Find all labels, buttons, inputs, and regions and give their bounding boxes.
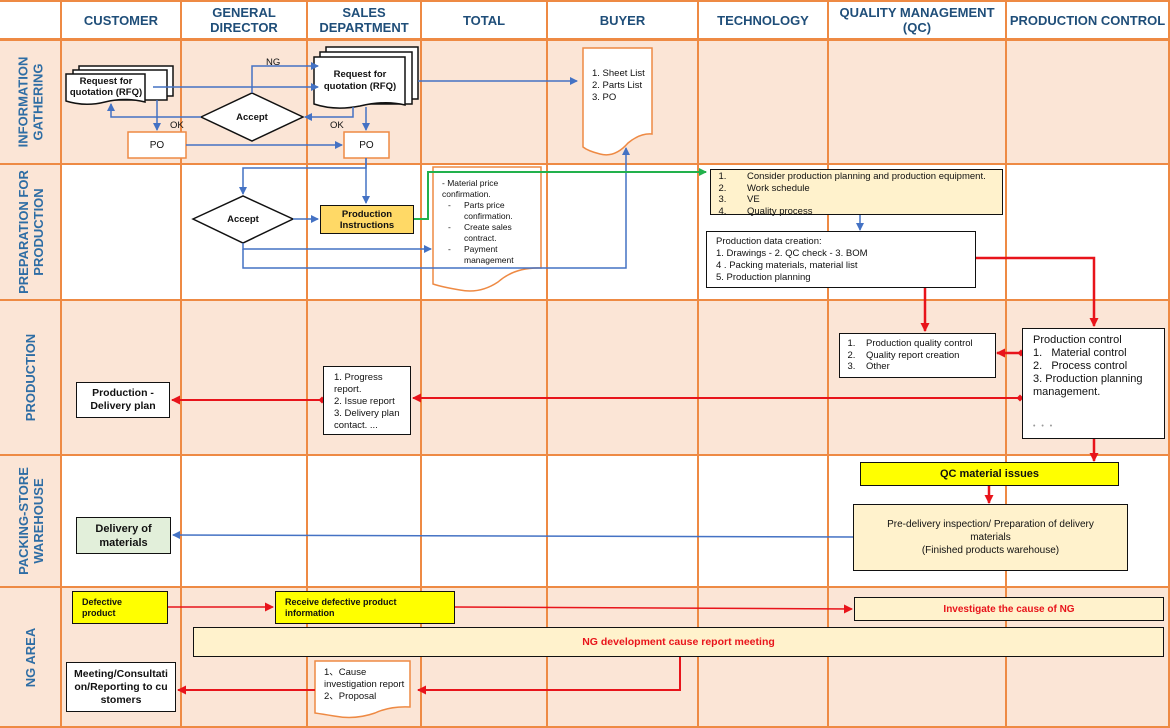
buyer-item: 2. Parts List — [592, 80, 643, 91]
column-header-general-director: GENERAL DIRECTOR — [210, 5, 278, 35]
rfq-sales-label: Request for quotation (RFQ) — [323, 69, 397, 92]
production-control-title: Production control — [1033, 334, 1122, 346]
accept-gd-label: Accept — [236, 111, 268, 123]
production-control-ellipsis: • • • — [1033, 423, 1055, 430]
row-header-production: PRODUCTION — [0, 300, 61, 455]
production-data-creation-box[interactable]: Production data creation: 1. Drawings - … — [706, 231, 976, 288]
po-sales-label[interactable]: PO — [344, 132, 389, 158]
column-header-quality-management: QUALITY MANAGEMENT (QC) — [839, 5, 995, 35]
total-doc-item: Create sales contract. — [442, 222, 537, 244]
row-header-label: NG AREA — [23, 627, 38, 688]
production-instructions-box[interactable]: Production Instructions — [320, 205, 414, 234]
production-data-line: 4 . Packing materials, material list — [716, 260, 858, 271]
column-header-customer: CUSTOMER — [83, 12, 159, 28]
delivery-of-materials-box[interactable]: Delivery of materials — [76, 517, 171, 554]
column-header-production-control: PRODUCTION CONTROL — [1009, 12, 1166, 28]
buyer-document-list: 1. Sheet List 2. Parts List 3. PO — [592, 68, 645, 104]
production-control-item: 3. Production planning management. — [1033, 373, 1143, 398]
cause-report-line: 2、Proposal — [324, 691, 377, 702]
row-header-label: INFORMATION GATHERING — [15, 56, 46, 148]
pre-delivery-line: Pre-delivery inspection/ Preparation of … — [887, 519, 1094, 543]
tech-plan-item: Consider production planning and product… — [729, 171, 998, 183]
row-header-ng-area: NG AREA — [0, 587, 61, 728]
pre-delivery-line: (Finished products warehouse) — [921, 545, 1060, 556]
production-data-line: 5. Production planning — [716, 272, 811, 283]
sales-report-line: 2. Issue report — [334, 396, 395, 407]
lane-divider — [180, 0, 182, 728]
defective-product-box[interactable]: Defective product — [72, 591, 168, 624]
pre-delivery-inspection-box[interactable]: Pre-delivery inspection/ Preparation of … — [853, 504, 1128, 571]
total-doc-item: Parts price confirmation. — [442, 200, 537, 222]
accept-prep-label: Accept — [227, 213, 259, 225]
qc-item: Production quality control — [858, 338, 989, 350]
column-header-sales-department: SALES DEPARTMENT — [319, 5, 409, 35]
investigate-ng-box[interactable]: Investigate the cause of NG — [854, 597, 1164, 621]
row-header-label: PACKING-STORE WAREHOUSE — [15, 467, 46, 575]
qc-item: Quality report creation — [858, 350, 989, 362]
flow-accept-to-buyer-doc — [242, 147, 630, 269]
total-doc-intro: - Material price confirmation. — [442, 178, 499, 199]
lane-divider — [0, 163, 1170, 165]
production-delivery-plan-box[interactable]: Production - Delivery plan — [76, 382, 170, 418]
lane-divider — [697, 0, 699, 728]
technology-planning-box[interactable]: Consider production planning and product… — [710, 169, 1003, 218]
meeting-customers-box[interactable]: Meeting/Consultation/Reporting to custom… — [66, 662, 176, 712]
lane-divider — [827, 0, 829, 728]
receive-defective-info-box[interactable]: Receive defective product information — [275, 591, 455, 624]
po-customer-label[interactable]: PO — [128, 132, 186, 158]
lane-divider — [0, 586, 1170, 588]
production-control-box[interactable]: Production control 1. Material control 2… — [1022, 328, 1165, 439]
lane-divider — [546, 0, 548, 728]
qc-material-issues-box[interactable]: QC material issues — [860, 462, 1119, 486]
sales-reports-box[interactable]: 1. Progress report. 2. Issue report 3. D… — [323, 366, 411, 435]
buyer-item: 3. PO — [592, 92, 617, 103]
row-header-label: PRODUCTION — [23, 333, 39, 422]
row-header-label: PREPARATION FOR PRODUCTION — [15, 170, 46, 294]
row-header-information-gathering: INFORMATION GATHERING — [0, 40, 61, 164]
flow-pre-delivery-to-delivery-materials — [172, 531, 854, 540]
qc-production-box[interactable]: Production quality control Quality repor… — [839, 333, 996, 378]
qc-item: Other — [858, 361, 989, 373]
buyer-item: 1. Sheet List — [592, 68, 645, 79]
cause-report-text: 1、Cause investigation report 2、Proposal — [324, 667, 409, 703]
total-doc-item: Payment management — [442, 244, 537, 266]
tech-plan-item: Quality process — [729, 206, 998, 218]
lane-divider — [0, 454, 1170, 456]
lane-divider — [0, 299, 1170, 301]
row-header-packing-store-warehouse: PACKING-STORE WAREHOUSE — [0, 455, 61, 587]
flow-accept-to-total-doc — [242, 243, 432, 253]
ng-report-meeting-box[interactable]: NG development cause report meeting — [193, 627, 1164, 657]
production-control-item: 2. Process control — [1033, 360, 1128, 372]
sales-report-line: 1. Progress report. — [334, 372, 383, 395]
production-data-line: Production data creation: — [716, 236, 822, 247]
production-control-item: 1. Material control — [1033, 347, 1127, 359]
sales-report-line: 3. Delivery plan contact. ... — [334, 408, 400, 431]
production-data-line: 1. Drawings - 2. QC check - 3. BOM — [716, 248, 868, 259]
column-header-technology: TECHNOLOGY — [717, 12, 809, 28]
tech-plan-item: Work schedule — [729, 183, 998, 195]
total-document-text: - Material price confirmation. Parts pri… — [442, 178, 537, 266]
column-header-buyer: BUYER — [599, 12, 646, 28]
column-header-total: TOTAL — [462, 12, 506, 28]
row-header-preparation-for-production: PREPARATION FOR PRODUCTION — [0, 164, 61, 300]
tech-plan-item: VE — [729, 194, 998, 206]
cause-report-line: 1、Cause investigation report — [324, 667, 405, 690]
rfq-customer-label: Request for quotation (RFQ) — [69, 76, 143, 98]
